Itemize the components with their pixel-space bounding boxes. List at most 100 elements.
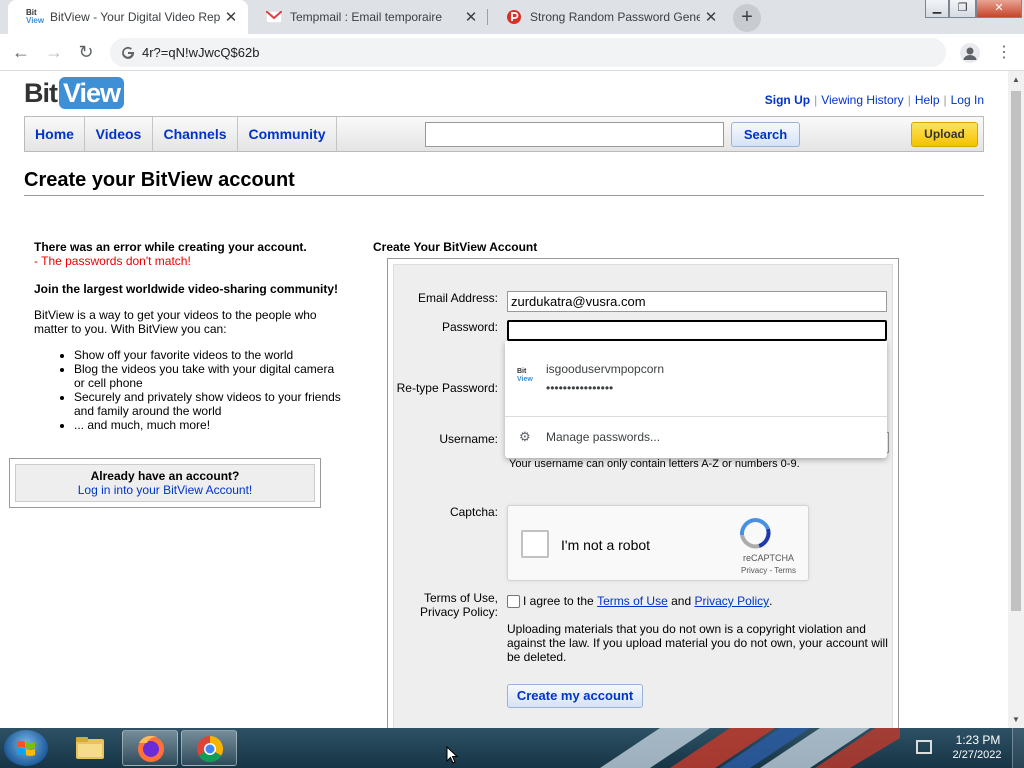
tab-password-generator[interactable]: Strong Random Password Genera ✕ <box>488 0 728 34</box>
info-column: There was an error while creating your a… <box>34 240 344 432</box>
site-navbar: Home Videos Channels Community Search Up… <box>24 116 984 152</box>
google-icon <box>122 46 135 59</box>
title-divider <box>24 195 984 196</box>
upload-button[interactable]: Upload <box>911 122 978 147</box>
system-tray: 1:23 PM 2/27/2022 <box>900 728 1024 768</box>
nav-community[interactable]: Community <box>238 117 337 151</box>
privacy-policy-link[interactable]: Privacy Policy <box>694 594 769 608</box>
minimize-button[interactable]: ▁ <box>925 0 949 18</box>
list-item: ... and much, much more! <box>74 418 344 432</box>
logo-bit-text: Bit <box>24 77 58 108</box>
site-search-input[interactable] <box>425 122 724 147</box>
nav-channels[interactable]: Channels <box>153 117 238 151</box>
scroll-up-icon[interactable]: ▲ <box>1012 75 1020 84</box>
error-message: - The passwords don't match! <box>34 254 191 268</box>
create-account-button[interactable]: Create my account <box>507 684 643 708</box>
form-heading: Create Your BitView Account <box>373 240 538 254</box>
tab-bitview[interactable]: Bit View BitView - Your Digital Video Rep… <box>8 0 248 34</box>
list-item: Blog the videos you take with your digit… <box>74 362 344 390</box>
email-field[interactable]: zurdukatra@vusra.com <box>507 291 887 312</box>
agree-period: . <box>769 594 773 608</box>
signup-link[interactable]: Sign Up <box>765 93 810 107</box>
browser-toolbar: ← → ↻ 4r?=qN!wJwcQ$62b ⋮ <box>0 34 1024 71</box>
maximize-button[interactable]: ❐ <box>949 0 976 18</box>
agree-text: I agree to the <box>523 594 594 608</box>
close-tab-icon[interactable]: ✕ <box>704 8 718 26</box>
taskbar-firefox[interactable] <box>122 730 178 766</box>
close-tab-icon[interactable]: ✕ <box>464 8 478 26</box>
close-window-button[interactable]: ✕ <box>976 0 1022 18</box>
scrollbar-thumb[interactable] <box>1011 91 1021 611</box>
login-account-link[interactable]: Log in into your BitView Account! <box>78 483 253 497</box>
recaptcha-checkbox[interactable] <box>521 530 549 558</box>
page-scrollbar[interactable]: ▲ ▼ <box>1008 71 1024 728</box>
taskbar-explorer[interactable] <box>62 730 118 766</box>
agree-checkbox[interactable] <box>507 594 520 608</box>
url-text: 4r?=qN!wJwcQ$62b <box>142 45 260 60</box>
windows-taskbar: 1:23 PM 2/27/2022 <box>0 728 1024 768</box>
password-label: Password: <box>441 320 498 334</box>
link-separator: | <box>943 93 947 107</box>
bitview-icon: Bit View <box>517 368 535 386</box>
terms-label: Terms of Use, Privacy Policy: <box>400 591 498 619</box>
username-label: Username: <box>439 432 498 446</box>
terms-of-use-link[interactable]: Terms of Use <box>597 594 668 608</box>
taskbar-chrome[interactable] <box>181 730 237 766</box>
feature-list: Show off your favorite videos to the wor… <box>74 348 344 432</box>
reload-icon[interactable]: ↻ <box>74 41 98 65</box>
copyright-warning: Uploading materials that you do not own … <box>507 622 888 664</box>
bitview-favicon-icon: Bit View <box>26 8 45 25</box>
scroll-down-icon[interactable]: ▼ <box>1012 715 1020 724</box>
gmail-icon <box>266 11 282 23</box>
already-account-box: Already have an account? Log in into you… <box>9 458 321 508</box>
recaptcha-brand: reCAPTCHA <box>743 553 795 563</box>
windows-logo-icon <box>17 741 35 756</box>
saved-username[interactable]: isgooduservmpopcorn <box>546 362 664 376</box>
password-autofill-popup: Bit View isgooduservmpopcorn ••••••••••••… <box>505 341 887 458</box>
recaptcha-widget: I'm not a robot reCAPTCHA Privacy - Term… <box>507 505 809 581</box>
link-separator: | <box>907 93 911 107</box>
firefox-icon <box>138 735 164 762</box>
browser-tabbar: Bit View BitView - Your Digital Video Rep… <box>0 0 1024 34</box>
password-field[interactable] <box>507 320 887 341</box>
icon-label: View <box>517 376 533 383</box>
already-account-inner: Already have an account? Log in into you… <box>15 464 315 502</box>
popup-divider <box>505 416 887 417</box>
viewing-history-link[interactable]: Viewing History <box>821 93 903 107</box>
list-item: Show off your favorite videos to the wor… <box>74 348 344 362</box>
address-bar[interactable]: 4r?=qN!wJwcQ$62b <box>110 38 946 67</box>
top-links: Sign Up | Viewing History | Help | Log In <box>765 93 984 107</box>
forward-arrow-icon[interactable]: → <box>42 41 66 65</box>
icon-label: Bit <box>517 368 527 375</box>
show-desktop-button[interactable] <box>1012 728 1024 768</box>
wallpaper-decoration <box>600 728 900 768</box>
explorer-icon <box>76 737 104 759</box>
logo-view-text: View <box>59 77 125 109</box>
tab-tempmail[interactable]: Tempmail : Email temporaire ✕ <box>248 0 488 34</box>
profile-icon[interactable] <box>960 43 980 63</box>
email-label: Email Address: <box>417 291 498 305</box>
manage-passwords-item[interactable]: Manage passwords... <box>546 430 660 444</box>
saved-password-masked[interactable]: •••••••••••••••• <box>546 381 613 395</box>
nav-home[interactable]: Home <box>25 117 85 151</box>
retype-password-label: Re-type Password: <box>396 381 498 395</box>
clock-time[interactable]: 1:23 PM <box>950 733 1006 747</box>
recaptcha-terms-link[interactable]: Privacy - Terms <box>741 566 796 575</box>
password-icon <box>507 10 521 24</box>
bitview-logo[interactable]: Bit View <box>24 77 125 109</box>
mouse-cursor-icon <box>446 746 458 764</box>
terms-label-line: Privacy Policy: <box>419 605 498 619</box>
gear-icon: ⚙ <box>519 429 531 444</box>
close-tab-icon[interactable]: ✕ <box>224 8 238 26</box>
search-button[interactable]: Search <box>731 122 800 147</box>
start-button[interactable] <box>4 730 48 766</box>
new-tab-button[interactable]: + <box>733 4 761 32</box>
back-arrow-icon[interactable]: ← <box>9 41 33 65</box>
login-link[interactable]: Log In <box>951 93 984 107</box>
help-link[interactable]: Help <box>915 93 940 107</box>
menu-icon[interactable]: ⋮ <box>996 42 1012 62</box>
agree-and-text: and <box>671 594 692 608</box>
network-icon[interactable] <box>916 740 932 754</box>
nav-videos[interactable]: Videos <box>85 117 153 151</box>
clock-date[interactable]: 2/27/2022 <box>946 749 1008 761</box>
